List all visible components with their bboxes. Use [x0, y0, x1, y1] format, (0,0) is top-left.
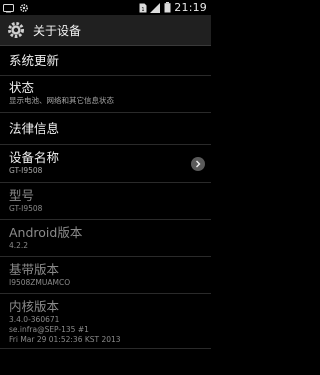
- list-item-partial-cutoff: [0, 349, 211, 369]
- list-item-kernel-version: 内核版本 3.4.0-360671 se.infra@SEP-135 #1 Fr…: [0, 294, 211, 349]
- item-title: 设备名称: [9, 150, 60, 165]
- page-title: 关于设备: [33, 23, 82, 38]
- item-title: 型号: [9, 188, 35, 203]
- chevron-right-icon[interactable]: [191, 156, 205, 171]
- item-subtitle: GT-I9508: [9, 204, 43, 213]
- list-item-system-update[interactable]: 系统更新: [0, 46, 211, 76]
- list-item-model: 型号 GT-I9508: [0, 183, 211, 220]
- item-title: 系统更新: [9, 53, 60, 68]
- item-subtitle: GT-I9508: [9, 166, 43, 175]
- item-subtitle: 显示电池、网络和其它信息状态: [9, 96, 114, 105]
- item-title: 法律信息: [9, 121, 60, 136]
- item-subtitle-line: se.infra@SEP-135 #1: [9, 325, 89, 334]
- item-title: 内核版本: [9, 299, 60, 314]
- status-bar: 1 21:19: [0, 0, 211, 15]
- action-bar: 关于设备: [0, 15, 211, 46]
- back-settings-icon[interactable]: [5, 19, 27, 41]
- item-subtitle: 4.2.2: [9, 241, 29, 250]
- list-item-android-version: Android版本 4.2.2: [0, 220, 211, 257]
- item-title: 状态: [9, 80, 35, 95]
- item-title: 基带版本: [9, 262, 60, 277]
- list-item-device-name[interactable]: 设备名称 GT-I9508: [0, 145, 211, 183]
- settings-list: 系统更新 状态 显示电池、网络和其它信息状态 法律信息 设备名称 GT-I950…: [0, 46, 211, 369]
- item-subtitle-line: 3.4.0-360671: [9, 315, 60, 324]
- svg-text:1: 1: [142, 7, 145, 13]
- list-item-status[interactable]: 状态 显示电池、网络和其它信息状态: [0, 76, 211, 113]
- list-item-legal-info[interactable]: 法律信息: [0, 113, 211, 145]
- settings-gear-icon: [8, 22, 24, 38]
- item-subtitle: I9508ZMUAMCO: [9, 278, 71, 287]
- item-subtitle-line: Fri Mar 29 01:52:36 KST 2013: [9, 335, 121, 344]
- item-title: Android版本: [9, 225, 83, 240]
- list-item-baseband-version: 基带版本 I9508ZMUAMCO: [0, 257, 211, 294]
- status-time: 21:19: [174, 1, 207, 14]
